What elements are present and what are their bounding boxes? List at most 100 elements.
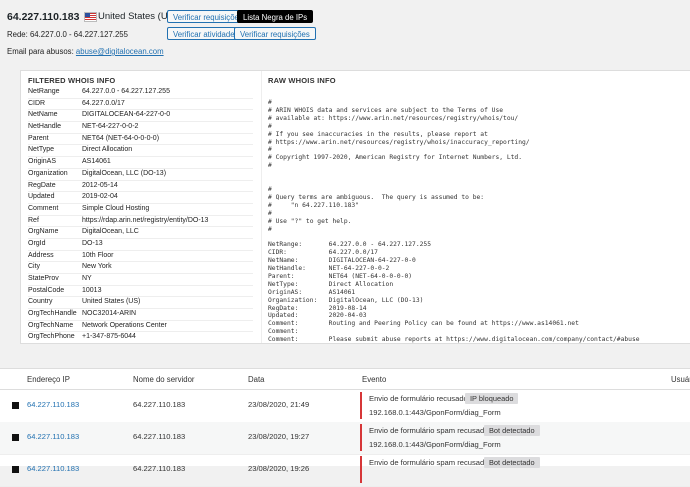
whois-row: Country United States (US) <box>28 297 253 310</box>
whois-key: NetRange <box>28 88 60 95</box>
event-date: 23/08/2020, 19:26 <box>248 464 310 473</box>
col-date[interactable]: Data <box>248 375 264 384</box>
whois-row: City New York <box>28 262 253 274</box>
col-server[interactable]: Nome do servidor <box>133 375 195 384</box>
ip-address-title: 64.227.110.183 <box>7 11 80 23</box>
event-date: 23/08/2020, 21:49 <box>248 400 310 409</box>
event-date: 23/08/2020, 19:27 <box>248 432 310 441</box>
verify-requests-button-2[interactable]: Verificar requisições <box>234 27 316 40</box>
table-row[interactable]: 64.227.110.183 64.227.110.183 23/08/2020, … <box>0 454 690 487</box>
whois-value: NOC32014-ARIN <box>82 310 137 318</box>
whois-key: NetName <box>28 111 58 119</box>
whois-row: NetType Direct Allocation <box>28 145 253 158</box>
whois-value: DO-13 <box>82 239 103 247</box>
abuse-email-line: Email para abusos: abuse@digitalocean.co… <box>7 47 164 56</box>
whois-row: Parent NET64 (NET-64-0-0-0-0) <box>28 134 253 146</box>
whois-value: NET64 (NET-64-0-0-0-0) <box>82 134 160 142</box>
whois-value: DigitalOcean, LLC <box>82 228 139 236</box>
whois-key: Updated <box>28 193 55 201</box>
col-event[interactable]: Evento <box>362 375 386 384</box>
whois-value: New York <box>82 263 112 271</box>
event-badge: IP bloqueado <box>465 393 519 404</box>
whois-value: Network Operations Center <box>82 321 167 329</box>
ip-link[interactable]: 64.227.110.183 <box>27 400 79 409</box>
filtered-whois-table: NetRange 64.227.0.0 - 64.227.127.255 CIDR 6… <box>28 87 253 343</box>
whois-row: OriginAS AS14061 <box>28 157 253 169</box>
event-description: Envio de formulário spam recusado <box>369 458 489 467</box>
table-row[interactable]: 64.227.110.183 64.227.110.183 23/08/2020, … <box>0 422 690 455</box>
whois-key: Organization <box>28 169 68 177</box>
verify-activities-button[interactable]: Verificar atividades <box>167 27 245 40</box>
event-severity-bar <box>360 456 362 483</box>
whois-value: United States (US) <box>82 298 141 306</box>
whois-value: DIGITALOCEAN-64-227-0-0 <box>82 111 171 119</box>
whois-key: RegDate <box>28 181 56 189</box>
event-description: Envio de formulário spam recusado <box>369 426 489 435</box>
server-name: 64.227.110.183 <box>133 464 186 473</box>
network-range: Rede: 64.227.0.0 - 64.227.127.255 <box>7 30 128 39</box>
abuse-email-link[interactable]: abuse@digitalocean.com <box>76 47 164 56</box>
whois-panel: FILTERED WHOIS INFO NetRange 64.227.0.0 -… <box>20 70 690 344</box>
event-path: 192.168.0.1:443/GponForm/diag_Form <box>369 408 501 417</box>
whois-key: Address <box>28 251 54 259</box>
whois-key: City <box>28 263 41 271</box>
whois-key: OrgId <box>28 239 46 247</box>
whois-value: 64.227.0.0 - 64.227.127.255 <box>82 88 170 95</box>
col-ip[interactable]: Endereço IP <box>27 375 70 384</box>
whois-row: OrgTechName Network Operations Center <box>28 321 253 333</box>
whois-value: NY <box>82 275 92 282</box>
whois-key: StateProv <box>28 275 59 282</box>
whois-row: OrgId DO-13 <box>28 239 253 251</box>
table-row[interactable]: 64.227.110.183 64.227.110.183 23/08/2020, … <box>0 390 690 423</box>
whois-row: Comment Simple Cloud Hosting <box>28 204 253 216</box>
whois-value: DigitalOcean, LLC (DO-13) <box>82 169 167 177</box>
whois-row: NetName DIGITALOCEAN-64-227-0-0 <box>28 110 253 123</box>
row-checkbox[interactable] <box>12 466 19 473</box>
whois-key: Country <box>28 298 53 306</box>
whois-key: Parent <box>28 134 49 142</box>
whois-value: NET-64-227-0-0-2 <box>82 123 139 131</box>
abuse-email-label: Email para abusos: <box>7 47 74 56</box>
whois-row: Updated 2019-02-04 <box>28 192 253 204</box>
whois-key: OrgTechHandle <box>28 310 77 318</box>
ip-link[interactable]: 64.227.110.183 <box>27 432 79 441</box>
ip-link[interactable]: 64.227.110.183 <box>27 464 79 473</box>
raw-whois-title: RAW WHOIS INFO <box>268 76 336 85</box>
whois-value: 2019-02-04 <box>82 193 118 201</box>
whois-row: OrgTechPhone +1-347-875-6044 <box>28 332 253 343</box>
country-label: United States (US) <box>98 11 178 22</box>
server-name: 64.227.110.183 <box>133 400 186 409</box>
server-name: 64.227.110.183 <box>133 432 186 441</box>
whois-key: OriginAS <box>28 158 57 166</box>
event-path: 192.168.0.1:443/GponForm/diag_Form <box>369 440 501 449</box>
whois-key: OrgName <box>28 228 59 236</box>
whois-row: Organization DigitalOcean, LLC (DO-13) <box>28 169 253 181</box>
ip-summary-panel: 64.227.110.183 United States (US) Verifi… <box>0 0 690 64</box>
whois-value: https://rdap.arin.net/registry/entity/DO… <box>82 216 209 224</box>
whois-key: Comment <box>28 204 59 212</box>
whois-value: Direct Allocation <box>82 146 133 154</box>
filtered-whois-title: FILTERED WHOIS INFO <box>28 76 116 85</box>
event-severity-bar <box>360 392 362 419</box>
event-badge: Bot detectado <box>484 457 540 468</box>
whois-row: PostalCode 10013 <box>28 286 253 298</box>
whois-key: NetType <box>28 146 55 154</box>
whois-value: AS14061 <box>82 158 111 166</box>
raw-whois-text: # # ARIN WHOIS data and services are sub… <box>268 99 640 344</box>
whois-row: StateProv NY <box>28 274 253 286</box>
ip-blacklist-button[interactable]: Lista Negra de IPs <box>237 10 314 23</box>
row-checkbox[interactable] <box>12 434 19 441</box>
whois-divider <box>261 71 262 343</box>
whois-row: Ref https://rdap.arin.net/registry/entity… <box>28 216 253 228</box>
whois-value: 64.227.0.0/17 <box>82 99 125 107</box>
whois-key: PostalCode <box>28 286 65 294</box>
event-severity-bar <box>360 424 362 451</box>
whois-key: Ref <box>28 216 39 224</box>
event-badge: Bot detectado <box>484 425 540 436</box>
whois-value: Simple Cloud Hosting <box>82 204 150 212</box>
whois-value: 10th Floor <box>82 251 114 259</box>
whois-row: NetRange 64.227.0.0 - 64.227.127.255 <box>28 87 253 99</box>
row-checkbox[interactable] <box>12 402 19 409</box>
col-user[interactable]: Usuário <box>671 375 690 384</box>
whois-key: OrgTechName <box>28 321 74 329</box>
